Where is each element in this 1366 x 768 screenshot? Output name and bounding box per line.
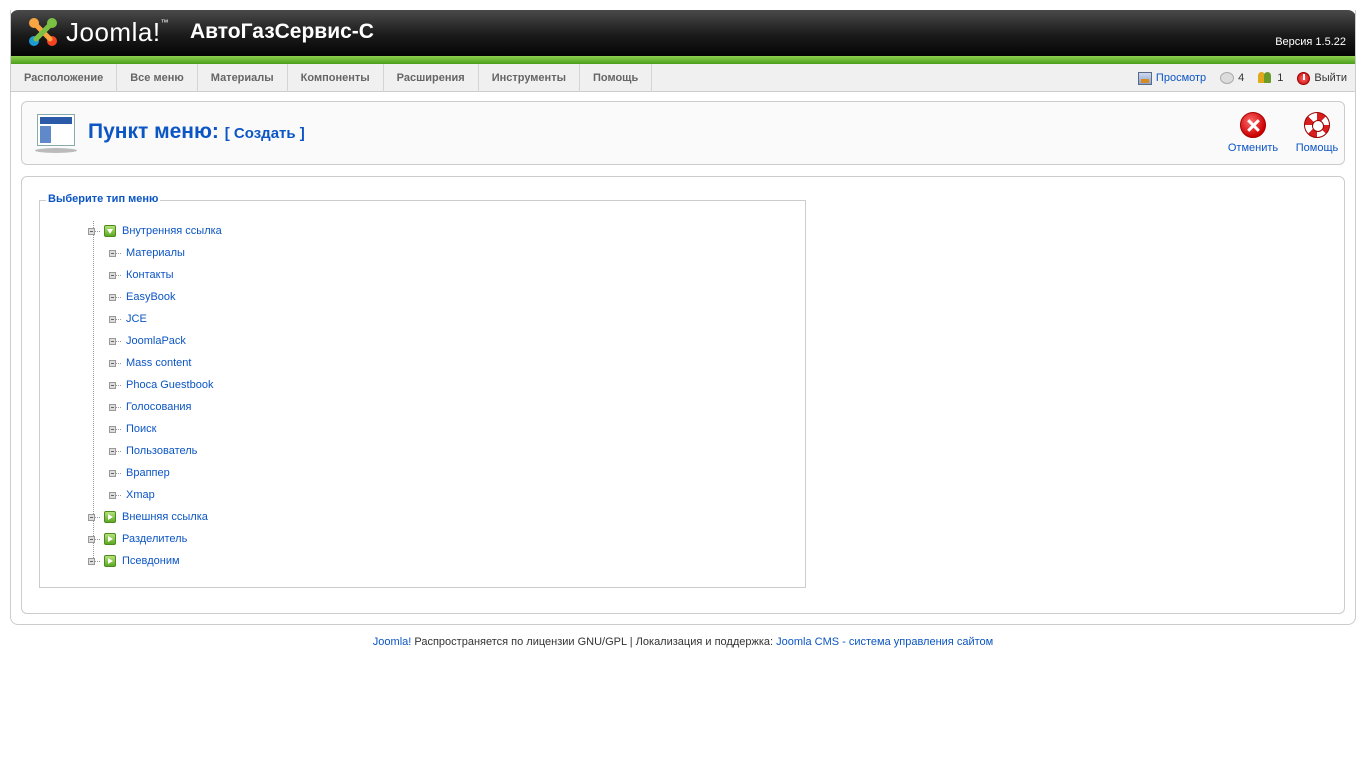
leaf-icon <box>109 403 116 411</box>
leaf-icon <box>109 337 116 345</box>
users-icon <box>1258 72 1273 84</box>
tree-label-alias[interactable]: Псевдоним <box>122 555 180 567</box>
tree-child[interactable]: Поиск <box>109 421 156 437</box>
menu-type-fieldset: Выберите тип меню Внутренняя ссылка Мате… <box>39 193 806 588</box>
leaf-icon <box>109 293 116 301</box>
tree-child[interactable]: JoomlaPack <box>109 333 186 349</box>
menu-item-site[interactable]: Расположение <box>11 64 118 92</box>
leaf-icon <box>109 249 116 257</box>
tree-node-external[interactable]: Внешняя ссылка <box>88 509 208 525</box>
expand-icon[interactable] <box>88 535 95 543</box>
folder-open-icon <box>104 225 116 237</box>
collapse-icon[interactable] <box>88 227 95 235</box>
footer-support-link[interactable]: Joomla CMS - система управления сайтом <box>776 636 993 648</box>
tree-label-internal[interactable]: Внутренняя ссылка <box>122 225 222 237</box>
tree-child[interactable]: Xmap <box>109 487 155 503</box>
tree-label-separator[interactable]: Разделитель <box>122 533 187 545</box>
preview-label[interactable]: Просмотр <box>1156 72 1206 84</box>
leaf-icon <box>109 491 116 499</box>
folder-closed-icon <box>104 555 116 567</box>
tree-node-internal[interactable]: Внутренняя ссылка <box>88 223 222 239</box>
menu-item-menus[interactable]: Все меню <box>117 64 198 92</box>
logout-label[interactable]: Выйти <box>1314 72 1347 84</box>
folder-closed-icon <box>104 533 116 545</box>
tree-node-separator[interactable]: Разделитель <box>88 531 187 547</box>
help-lifebuoy-icon <box>1304 112 1330 138</box>
expand-icon[interactable] <box>88 557 95 565</box>
main-menu-bar: Расположение Все меню Материалы Компонен… <box>11 64 1355 92</box>
tree-child[interactable]: Phoca Guestbook <box>109 377 213 393</box>
messages-count: 4 <box>1238 72 1245 84</box>
tree-child[interactable]: JCE <box>109 311 147 327</box>
leaf-icon <box>109 425 116 433</box>
leaf-icon <box>109 447 116 455</box>
footer-joomla-link[interactable]: Joomla! <box>373 636 412 648</box>
users-indicator: 1 <box>1258 72 1283 84</box>
content-panel: Выберите тип меню Внутренняя ссылка Мате… <box>21 176 1345 614</box>
tree-child[interactable]: Mass content <box>109 355 191 371</box>
menu-item-components[interactable]: Компоненты <box>288 64 384 92</box>
cancel-icon <box>1240 112 1266 138</box>
leaf-icon <box>109 315 116 323</box>
menu-item-content[interactable]: Материалы <box>198 64 288 92</box>
tree-child[interactable]: EasyBook <box>109 289 176 305</box>
cancel-button[interactable]: Отменить <box>1225 112 1281 154</box>
preview-link[interactable]: Просмотр <box>1137 71 1206 85</box>
fieldset-legend: Выберите тип меню <box>46 193 161 205</box>
leaf-icon <box>109 381 116 389</box>
cancel-label: Отменить <box>1227 142 1279 154</box>
menu-item-help[interactable]: Помощь <box>580 64 653 92</box>
messages-icon <box>1220 72 1235 84</box>
tree-child[interactable]: Голосования <box>109 399 192 415</box>
tree-node-alias[interactable]: Псевдоним <box>88 553 180 569</box>
status-area: Просмотр 4 1 Выйти <box>1137 64 1347 92</box>
leaf-icon <box>109 469 116 477</box>
footer: Joomla! Распространяется по лицензии GNU… <box>0 636 1366 648</box>
tree-child[interactable]: Пользователь <box>109 443 197 459</box>
tree-child[interactable]: Материалы <box>109 245 185 261</box>
logout-icon <box>1297 71 1311 85</box>
help-button[interactable]: Помощь <box>1294 112 1340 154</box>
page-toolbar: Пункт меню: [ Создать ] Отменить Помощь <box>21 101 1345 165</box>
tree-child[interactable]: Враппер <box>109 465 170 481</box>
tree-label-external[interactable]: Внешняя ссылка <box>122 511 208 523</box>
page-title-text: Пункт меню: <box>88 120 219 143</box>
menu-item-page-icon <box>35 112 77 154</box>
menu-item-extensions[interactable]: Расширения <box>384 64 479 92</box>
leaf-icon <box>109 271 116 279</box>
page-subtitle: [ Создать ] <box>224 125 305 142</box>
leaf-icon <box>109 359 116 367</box>
messages-indicator[interactable]: 4 <box>1220 72 1244 84</box>
folder-closed-icon <box>104 511 116 523</box>
users-count: 1 <box>1277 72 1284 84</box>
preview-icon <box>1137 71 1152 85</box>
menu-item-tools[interactable]: Инструменты <box>479 64 580 92</box>
page-title: Пункт меню: [ Создать ] <box>88 120 305 144</box>
logout-link[interactable]: Выйти <box>1297 71 1347 85</box>
help-label: Помощь <box>1295 142 1339 154</box>
footer-license-text: Распространяется по лицензии GNU/GPL | Л… <box>411 636 777 648</box>
tree-child[interactable]: Контакты <box>109 267 174 283</box>
expand-icon[interactable] <box>88 513 95 521</box>
